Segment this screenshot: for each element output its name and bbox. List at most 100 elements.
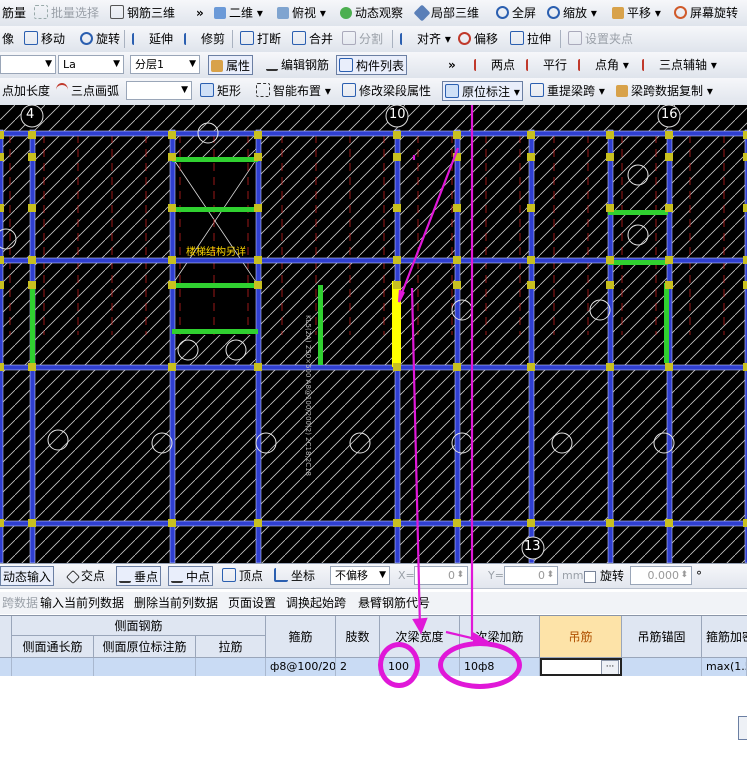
beam-horizontal <box>0 130 747 137</box>
offset-button[interactable]: 偏移 <box>456 29 500 49</box>
align-button[interactable]: 对齐 ▾ <box>398 29 453 49</box>
highlight-circle-beam-width <box>378 642 420 688</box>
cell-stirrup-dense[interactable]: max(1.5 <box>702 658 747 676</box>
header-legs: 肢数 <box>336 616 380 658</box>
cell-legs[interactable]: 2 <box>336 658 380 676</box>
column-node <box>254 281 262 289</box>
midpoint-snap[interactable]: 中点 <box>168 566 214 586</box>
properties-button[interactable]: 属性 <box>208 55 254 75</box>
offset-mode-select[interactable]: 不偏移 ▼ <box>330 566 390 585</box>
input-column-data-button[interactable]: 输入当前列数据 <box>38 593 126 613</box>
merge-button[interactable]: 合并 <box>290 29 335 49</box>
pan-button[interactable]: 平移 ▾ <box>610 3 663 23</box>
smart-layout-label: 智能布置 <box>273 84 322 98</box>
component-list-button[interactable]: 构件列表 <box>336 55 408 75</box>
delete-column-data-button[interactable]: 删除当前列数据 <box>132 593 220 613</box>
rectangle-button[interactable]: 矩形 <box>198 81 243 101</box>
cell-side-through-rebar[interactable] <box>12 658 94 676</box>
cantilever-code-button[interactable]: 悬臂钢筋代号 <box>356 593 432 613</box>
smart-layout-button[interactable]: 智能布置 ▾ <box>254 81 333 101</box>
two-point-axis-button[interactable]: 两点 <box>472 55 517 75</box>
span-data-tab[interactable]: 跨数据 <box>0 593 40 613</box>
stretch-button[interactable]: 拉伸 <box>508 29 553 49</box>
hand-icon <box>612 7 624 19</box>
three-point-arc-button[interactable]: 三点画弧 <box>54 81 121 101</box>
cell-hanger-anchorage[interactable] <box>622 658 702 676</box>
page-setup-button[interactable]: 页面设置 <box>226 593 278 613</box>
point-length-button[interactable]: 点加长度 <box>0 81 52 101</box>
modify-beam-props-button[interactable]: 修改梁段属性 <box>340 81 433 101</box>
toolbar1-overflow-button[interactable]: » <box>194 3 206 23</box>
two-point-label: 两点 <box>491 58 516 72</box>
rotate-icon <box>674 6 687 19</box>
perpendicular-snap[interactable]: 垂点 <box>116 566 162 586</box>
top-view-button[interactable]: 俯视 ▾ <box>275 3 328 23</box>
swap-start-span-button[interactable]: 调换起始跨 <box>284 593 348 613</box>
local-3d-button[interactable]: 局部三维 <box>413 3 481 23</box>
2d-view-button[interactable]: 二维 ▾ <box>212 3 265 23</box>
arc-mode-select[interactable]: ▼ <box>126 81 192 100</box>
vertex-snap[interactable]: 顶点 <box>220 566 265 586</box>
toolbar3-overflow-button[interactable]: » <box>446 55 458 75</box>
arc-icon <box>56 83 68 97</box>
move-button[interactable]: 移动 <box>22 29 67 49</box>
cell-side-in-situ-rebar[interactable] <box>94 658 196 676</box>
row-selector[interactable] <box>0 658 12 676</box>
column-node <box>527 519 535 527</box>
beam-vertical <box>0 129 4 563</box>
screen-rotate-button[interactable]: 屏幕旋转 <box>672 3 740 23</box>
fullscreen-button[interactable]: 全屏 <box>494 3 538 23</box>
re-extract-span-button[interactable]: 重提梁跨 ▾ <box>528 81 607 101</box>
edit-rebar-button[interactable]: 编辑钢筋 <box>264 55 331 75</box>
break-button[interactable]: 打断 <box>238 29 283 49</box>
layer-select[interactable]: 分层1 ▼ <box>130 55 200 74</box>
dynamic-input-toggle[interactable]: 动态输入 <box>0 566 55 586</box>
point-angle-axis-button[interactable]: 点角 ▾ <box>576 55 631 75</box>
header-hanger-anchorage: 吊筋锚固 <box>622 616 702 658</box>
toolbar-row-2: 像 移动 旋转 延伸 修剪 打断 合并 分割 对齐 ▾ 偏移 拉伸 设置夹点 <box>0 26 747 53</box>
component-type-select[interactable]: ▼ <box>0 55 56 74</box>
ellipsis-button[interactable]: ··· <box>601 660 619 674</box>
rebar-3d-button[interactable]: 钢筋三维 <box>108 3 177 23</box>
three-point-axis-button[interactable]: 三点辅轴 ▾ <box>640 55 719 75</box>
parallel-axis-button[interactable]: 平行 <box>524 55 569 75</box>
dynamic-observe-button[interactable]: 动态观察 <box>338 3 405 23</box>
set-grip-label: 设置夹点 <box>585 32 634 46</box>
split-button[interactable]: 分割 <box>340 29 385 49</box>
cell-tie-bar[interactable] <box>196 658 266 676</box>
column-node <box>254 131 262 139</box>
extend-button[interactable]: 延伸 <box>130 29 175 49</box>
column-node <box>28 153 36 161</box>
y-input[interactable]: 0 ⬍ <box>504 566 558 585</box>
beam-vertical <box>255 129 262 563</box>
intersection-snap[interactable]: 交点 <box>65 566 107 586</box>
column-node <box>527 281 535 289</box>
rotate-checkbox[interactable] <box>584 571 596 583</box>
batch-select-button[interactable]: 批量选择 <box>32 3 101 23</box>
separator <box>232 30 233 48</box>
axis-label-16: 16 <box>661 107 678 122</box>
drawing-canvas[interactable]: 4 10 16 13 楼梯结构另详 KL5(2A) 250×500 A8@100… <box>0 105 747 563</box>
cell-stirrup[interactable]: ф8@100/20 <box>266 658 336 676</box>
x-input[interactable]: 0 ⬍ <box>414 566 468 585</box>
rotate-button[interactable]: 旋转 <box>78 29 122 49</box>
copy-span-data-button[interactable]: 梁跨数据复制 ▾ <box>614 81 715 101</box>
cell-hanger-bar-editing[interactable]: ··· <box>540 658 622 676</box>
coordinate-snap[interactable]: 坐标 <box>272 566 317 586</box>
trim-button[interactable]: 修剪 <box>182 29 227 49</box>
column-node <box>0 281 4 289</box>
merge-label: 合并 <box>309 32 334 46</box>
rebar-quantity-button[interactable]: 筋量 <box>0 3 28 23</box>
column-node <box>28 281 36 289</box>
mirror-button[interactable]: 像 <box>0 29 16 49</box>
panel-scroll-handle[interactable] <box>738 716 747 740</box>
in-situ-annotation-button[interactable]: 原位标注 ▾ <box>442 81 523 101</box>
zoom-button[interactable]: 缩放 ▾ <box>545 3 599 23</box>
beam-vertical <box>607 129 614 563</box>
component-name-select[interactable]: La ▼ <box>58 55 124 74</box>
set-grip-button[interactable]: 设置夹点 <box>566 29 635 49</box>
column-node <box>393 363 401 371</box>
extend-label: 延伸 <box>149 32 174 46</box>
rotate-input[interactable]: 0.000 ⬍ <box>630 566 692 585</box>
list-icon <box>339 58 353 72</box>
